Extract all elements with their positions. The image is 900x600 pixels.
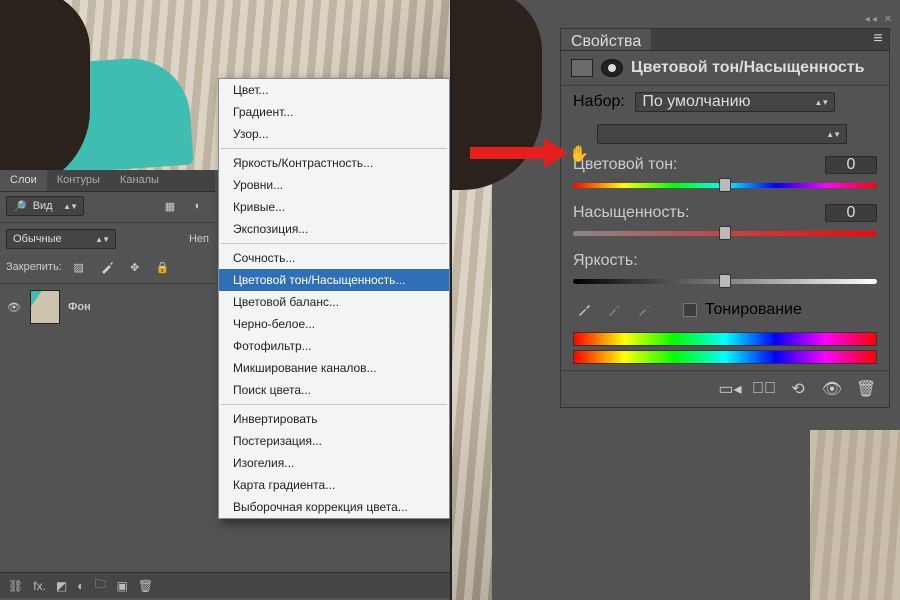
mask-icon[interactable]: ◩ [56, 579, 67, 593]
colorize-checkbox[interactable] [683, 303, 697, 317]
eyedropper-plus-icon[interactable]: + [603, 300, 625, 320]
mask-indicator-icon [601, 59, 623, 77]
annotation-arrow [470, 138, 570, 168]
menu-item[interactable]: Изогелия... [219, 452, 449, 474]
chevrons-icon: ▲▼ [63, 202, 77, 211]
properties-panel: Свойства ≡ Цветовой тон/Насыщенность Наб… [560, 28, 890, 408]
preset-select[interactable]: По умолчанию ▲▼ [635, 92, 835, 112]
menu-item[interactable]: Цвет... [219, 79, 449, 101]
menu-item[interactable]: Выборочная коррекция цвета... [219, 496, 449, 518]
chevrons-icon: ▲▼ [826, 130, 840, 139]
clip-to-layer-icon[interactable]: ▭◂ [719, 379, 741, 399]
menu-item[interactable]: Черно-белое... [219, 313, 449, 335]
color-range-select[interactable]: ▲▼ [597, 124, 847, 144]
menu-item[interactable]: Карта градиента... [219, 474, 449, 496]
hue-spectrum-top [573, 332, 877, 346]
tab-paths[interactable]: Контуры [47, 170, 110, 191]
hue-spectrum-bottom [573, 350, 877, 364]
menu-item[interactable]: Сочность... [219, 247, 449, 269]
hue-value[interactable]: 0 [825, 156, 877, 174]
view-previous-icon[interactable]: 👁⃠ [753, 379, 775, 399]
folder-icon[interactable]: 🗀 [95, 575, 107, 596]
window-controls-icon[interactable]: ◂◂ ✕ [865, 14, 894, 25]
adjustment-menu: Цвет... Градиент... Узор... Яркость/Конт… [218, 78, 450, 519]
layer-thumb [30, 290, 60, 324]
trash-icon[interactable]: 🗑 [138, 579, 153, 593]
trash-icon[interactable]: 🗑 [855, 379, 877, 399]
layer-row-background[interactable]: 👁 Фон [0, 286, 215, 328]
menu-item[interactable]: Градиент... [219, 101, 449, 123]
lock-brush-icon[interactable] [96, 257, 118, 277]
lock-move-icon[interactable]: ✥ [124, 257, 146, 277]
filter-pixel-icon[interactable]: ▦ [159, 196, 181, 216]
menu-item[interactable]: Поиск цвета... [219, 379, 449, 401]
eyedropper-icon[interactable] [573, 300, 595, 320]
svg-text:−: − [646, 304, 650, 311]
opacity-label: Неп [189, 233, 209, 245]
menu-item[interactable]: Яркость/Контрастность... [219, 152, 449, 174]
panel-title: Цветовой тон/Насыщенность [631, 59, 864, 77]
layer-kind-label: Вид [33, 200, 53, 212]
hue-slider[interactable] [573, 178, 877, 192]
menu-item[interactable]: Кривые... [219, 196, 449, 218]
menu-item[interactable]: Инвертировать [219, 408, 449, 430]
tab-layers[interactable]: Слои [0, 170, 47, 191]
adjustment-icon[interactable]: ◐ [77, 579, 84, 593]
tab-properties[interactable]: Свойства [561, 29, 651, 50]
menu-item-hue-saturation[interactable]: Цветовой тон/Насыщенность... [219, 269, 449, 291]
chevrons-icon: ▲▼ [95, 235, 109, 244]
blend-mode-label: Обычные [13, 233, 62, 245]
toggle-visibility-icon[interactable]: 👁 [821, 379, 843, 399]
eyedropper-minus-icon[interactable]: − [633, 300, 655, 320]
menu-item[interactable]: Микширование каналов... [219, 357, 449, 379]
visibility-eye-icon[interactable]: 👁 [6, 301, 22, 314]
layer-name: Фон [68, 301, 91, 313]
colorize-label: Тонирование [705, 301, 802, 319]
menu-item[interactable]: Узор... [219, 123, 449, 145]
hand-picker-icon[interactable]: ✋ [569, 144, 589, 164]
menu-item[interactable]: Экспозиция... [219, 218, 449, 240]
panel-menu-icon[interactable]: ≡ [867, 29, 889, 49]
reset-icon[interactable]: ⟲ [787, 379, 809, 399]
tab-channels[interactable]: Каналы [110, 170, 169, 191]
fx-icon[interactable]: fx. [33, 579, 46, 593]
menu-item[interactable]: Постеризация... [219, 430, 449, 452]
lock-label: Закрепить: [6, 261, 62, 273]
saturation-value[interactable]: 0 [825, 204, 877, 222]
new-layer-icon[interactable]: ▣ [117, 579, 128, 593]
lightness-slider[interactable] [573, 274, 877, 288]
menu-item[interactable]: Уровни... [219, 174, 449, 196]
blend-mode-select[interactable]: Обычные ▲▼ [6, 229, 116, 249]
svg-text:+: + [616, 304, 620, 311]
chevrons-icon: ▲▼ [814, 98, 828, 107]
filter-adj-icon[interactable]: ◐ [187, 196, 209, 216]
layer-filter-kind[interactable]: 🔎 Вид ▲▼ [6, 196, 84, 216]
search-icon: 🔎 [13, 200, 27, 213]
lightness-label: Яркость: [573, 252, 877, 270]
lock-all-icon[interactable]: 🔒 [152, 257, 174, 277]
saturation-slider[interactable] [573, 226, 877, 240]
preset-value: По умолчанию [642, 93, 750, 111]
adjustment-type-icon [571, 59, 593, 77]
link-icon[interactable]: ⛓ [8, 579, 23, 593]
menu-item[interactable]: Фотофильтр... [219, 335, 449, 357]
preset-label: Набор: [573, 93, 625, 110]
menu-item[interactable]: Цветовой баланс... [219, 291, 449, 313]
lock-pixels-icon[interactable]: ▨ [68, 257, 90, 277]
